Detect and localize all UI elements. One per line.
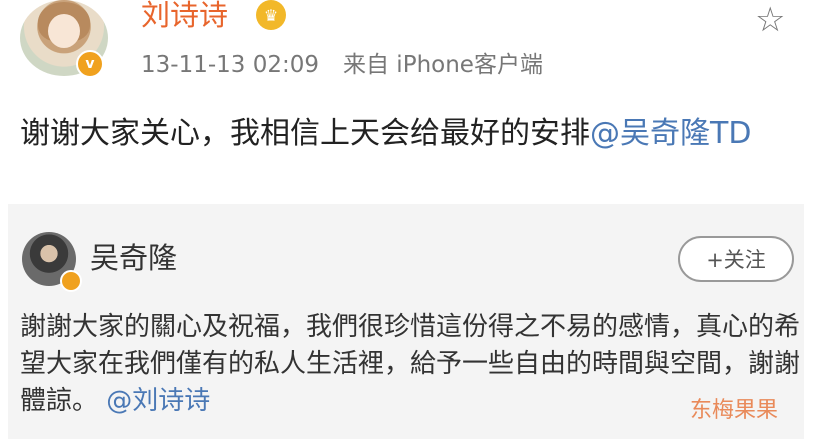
star-outline-icon[interactable]: ☆ (755, 0, 785, 40)
repost-author-name[interactable]: 吴奇隆 (90, 238, 177, 278)
crown-icon: ♛ (256, 0, 286, 30)
post-timestamp: 13-11-13 02:09 (141, 52, 319, 78)
repost-mention-link[interactable]: @刘诗诗 (106, 386, 210, 416)
author-name[interactable]: 刘诗诗 (141, 0, 228, 32)
verified-badge-icon: v (76, 50, 104, 78)
repost-card[interactable]: 吴奇隆 +关注 謝謝大家的關心及祝福，我們很珍惜這份得之不易的感情，真心的希望大… (8, 204, 804, 439)
avatar-face (48, 14, 80, 48)
post-body: 谢谢大家关心，我相信上天会给最好的安排 (20, 116, 590, 151)
post-source: 来自 iPhone客户端 (343, 52, 543, 78)
verified-badge-icon (60, 270, 82, 292)
follow-button[interactable]: +关注 (678, 236, 794, 282)
mention-link[interactable]: @吴奇隆TD (590, 116, 751, 151)
repost-text: 謝謝大家的關心及祝福，我們很珍惜這份得之不易的感情，真心的希望大家在我們僅有的私… (20, 309, 802, 420)
post-text: 谢谢大家关心，我相信上天会给最好的安排@吴奇隆TD (20, 108, 810, 160)
watermark: 东梅果果 (690, 398, 779, 423)
post-meta: 13-11-13 02:09 来自 iPhone客户端 (141, 50, 543, 80)
